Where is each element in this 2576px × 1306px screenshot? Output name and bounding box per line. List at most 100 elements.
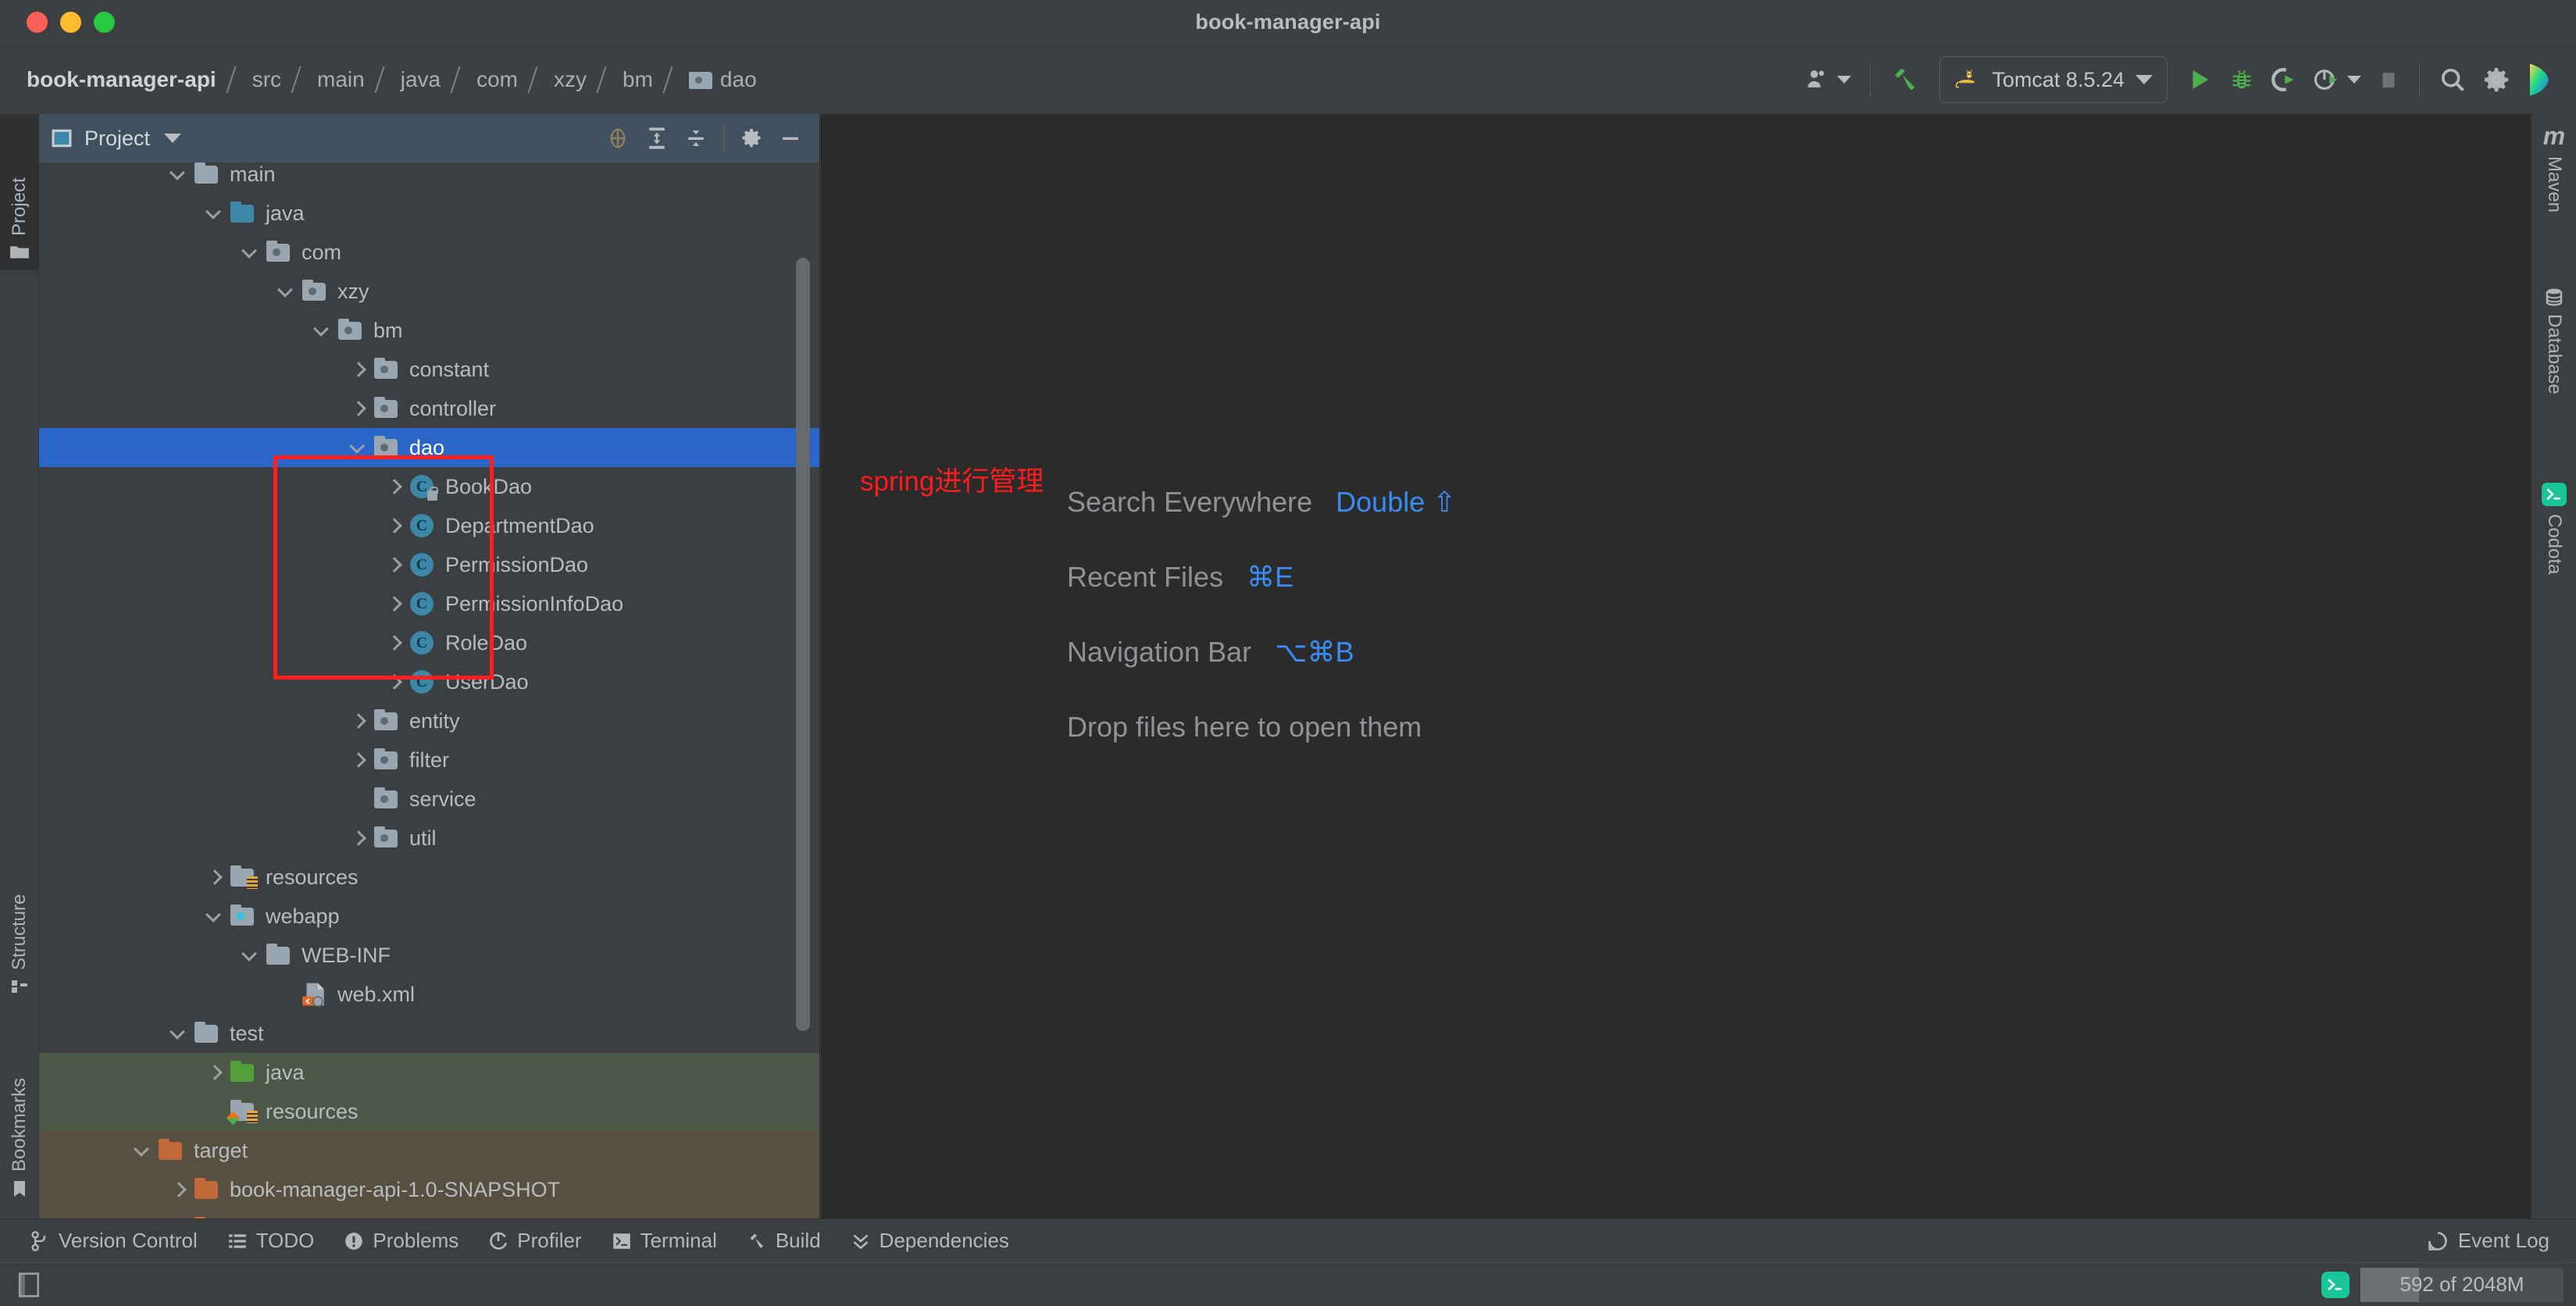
breadcrumb-item-xzy[interactable]: xzy [552, 67, 588, 92]
chevron-right-icon[interactable] [384, 672, 405, 692]
tool-button-todo[interactable]: TODO [227, 1229, 314, 1253]
gear-icon[interactable] [740, 127, 763, 150]
chevron-right-icon[interactable] [348, 398, 369, 419]
chevron-right-icon[interactable] [384, 555, 405, 575]
chevron-down-icon[interactable] [205, 203, 225, 223]
tree-item-bookdao[interactable]: C BookDao [39, 467, 819, 506]
stop-button[interactable] [2369, 56, 2408, 103]
tree-item-main[interactable]: main [39, 162, 819, 194]
tree-item-permissioninfodao[interactable]: C PermissionInfoDao [39, 584, 819, 623]
profiler-run-icon [2314, 70, 2338, 90]
chevron-right-icon[interactable] [205, 1062, 225, 1083]
run-button[interactable] [2178, 56, 2221, 103]
tree-item-resources-test[interactable]: resources [39, 1092, 819, 1131]
webapp-folder-icon [230, 905, 256, 928]
tree-item-web-xml[interactable]: web.xml [39, 975, 819, 1014]
hide-panel-icon[interactable] [779, 127, 802, 150]
memory-indicator[interactable]: 592 of 2048M [2360, 1267, 2564, 1302]
tree-item-dao[interactable]: dao [39, 428, 819, 467]
chevron-right-icon[interactable] [348, 828, 369, 848]
tree-item-webapp[interactable]: webapp [39, 897, 819, 936]
chevron-right-icon[interactable] [348, 359, 369, 380]
tree-item-constant[interactable]: constant [39, 350, 819, 389]
build-project-button[interactable] [1882, 56, 1928, 103]
sidebar-item-maven[interactable]: m Maven [2535, 114, 2574, 255]
chevron-down-icon[interactable] [277, 281, 297, 302]
tree-item-util[interactable]: util [39, 819, 819, 858]
tree-item-departmentdao[interactable]: C DepartmentDao [39, 506, 819, 545]
chevron-right-icon[interactable] [384, 516, 405, 536]
chevron-down-icon[interactable] [241, 945, 261, 965]
search-button[interactable] [2431, 56, 2474, 103]
tree-item-test[interactable]: test [39, 1014, 819, 1053]
chevron-down-icon[interactable] [164, 134, 182, 143]
tree-item-resources-main[interactable]: resources [39, 858, 819, 897]
tool-button-profiler[interactable]: Profiler [488, 1229, 582, 1253]
breadcrumb-item-project[interactable]: book-manager-api [25, 67, 218, 92]
chevron-right-icon[interactable] [384, 594, 405, 614]
tree-item-filter[interactable]: filter [39, 740, 819, 780]
tool-button-problems[interactable]: Problems [344, 1229, 458, 1253]
profile-run-button[interactable] [2305, 56, 2369, 103]
toggle-toolwindows-icon[interactable] [17, 1272, 41, 1298]
tree-item-classes[interactable]: classes [39, 1209, 819, 1219]
chevron-down-icon[interactable] [348, 437, 369, 458]
chevron-down-icon[interactable] [169, 164, 189, 184]
chevron-down-icon[interactable] [205, 906, 225, 926]
tool-button-terminal[interactable]: Terminal [612, 1229, 717, 1253]
user-profile-button[interactable] [1796, 56, 1859, 103]
breadcrumb-item-bm[interactable]: bm [621, 67, 655, 92]
run-with-coverage-button[interactable] [2263, 56, 2305, 103]
chevron-down-icon[interactable] [133, 1140, 153, 1161]
tree-item-web-inf[interactable]: WEB-INF [39, 936, 819, 975]
tool-button-build[interactable]: Build [747, 1229, 821, 1253]
tree-item-roledao[interactable]: C RoleDao [39, 623, 819, 662]
collapse-all-icon[interactable] [684, 126, 708, 151]
breadcrumb-item-java[interactable]: java [399, 67, 442, 92]
chevron-down-icon[interactable] [169, 1023, 189, 1044]
breadcrumb-item-main[interactable]: main [316, 67, 366, 92]
chevron-right-icon[interactable] [384, 476, 405, 497]
tree-item-service[interactable]: service [39, 780, 819, 819]
tree-item-java-test[interactable]: java [39, 1053, 819, 1092]
chevron-right-icon[interactable] [348, 750, 369, 770]
sidebar-item-project[interactable]: Project [0, 114, 39, 270]
run-configuration-selector[interactable]: Tomcat 8.5.24 [1939, 56, 2167, 103]
sidebar-item-bookmarks[interactable]: Bookmarks [0, 1012, 39, 1208]
tree-item-controller[interactable]: controller [39, 389, 819, 428]
tree-item-entity[interactable]: entity [39, 701, 819, 740]
debug-button[interactable] [2221, 56, 2263, 103]
tree-item-target[interactable]: target [39, 1131, 819, 1170]
breadcrumb-item-dao[interactable]: dao [687, 67, 758, 92]
scroll-from-source-icon[interactable] [606, 127, 630, 150]
tree-item-permissiondao[interactable]: C PermissionDao [39, 545, 819, 584]
project-tree[interactable]: main java com xzy bm constant controller… [39, 162, 819, 1219]
sidebar-item-codota[interactable]: Codota [2535, 473, 2574, 645]
tree-item-bm[interactable]: bm [39, 311, 819, 350]
tree-item-com[interactable]: com [39, 233, 819, 272]
chevron-right-icon[interactable] [348, 711, 369, 731]
project-tree-scrollbar[interactable] [796, 258, 810, 1031]
expand-all-icon[interactable] [645, 126, 669, 151]
breadcrumb-item-src[interactable]: src [251, 67, 283, 92]
breadcrumb-item-com[interactable]: com [475, 67, 519, 92]
chevron-right-icon[interactable] [169, 1179, 189, 1200]
tree-item-label: xzy [337, 279, 369, 303]
tree-item-java-main[interactable]: java [39, 194, 819, 233]
chevron-down-icon[interactable] [312, 320, 333, 341]
tool-button-version-control[interactable]: Version Control [30, 1229, 198, 1253]
sidebar-item-structure[interactable]: Structure [0, 825, 39, 1004]
tool-window-bar: Version Control TODO Problems Profiler T… [0, 1219, 2576, 1262]
settings-button[interactable] [2474, 56, 2518, 103]
chevron-right-icon[interactable] [205, 867, 225, 887]
tree-item-xzy[interactable]: xzy [39, 272, 819, 311]
tool-button-event-log[interactable]: Event Log [2427, 1229, 2549, 1253]
chevron-right-icon[interactable] [384, 633, 405, 653]
tree-item-snapshot[interactable]: book-manager-api-1.0-SNAPSHOT [39, 1170, 819, 1209]
tool-button-dependencies[interactable]: Dependencies [851, 1229, 1009, 1253]
sidebar-item-database[interactable]: Database [2535, 278, 2574, 458]
chevron-down-icon[interactable] [241, 242, 261, 262]
codota-icon[interactable] [2321, 1271, 2349, 1298]
jetbrains-logo-icon[interactable] [2518, 56, 2559, 103]
tree-item-userdao[interactable]: C UserDao [39, 662, 819, 701]
